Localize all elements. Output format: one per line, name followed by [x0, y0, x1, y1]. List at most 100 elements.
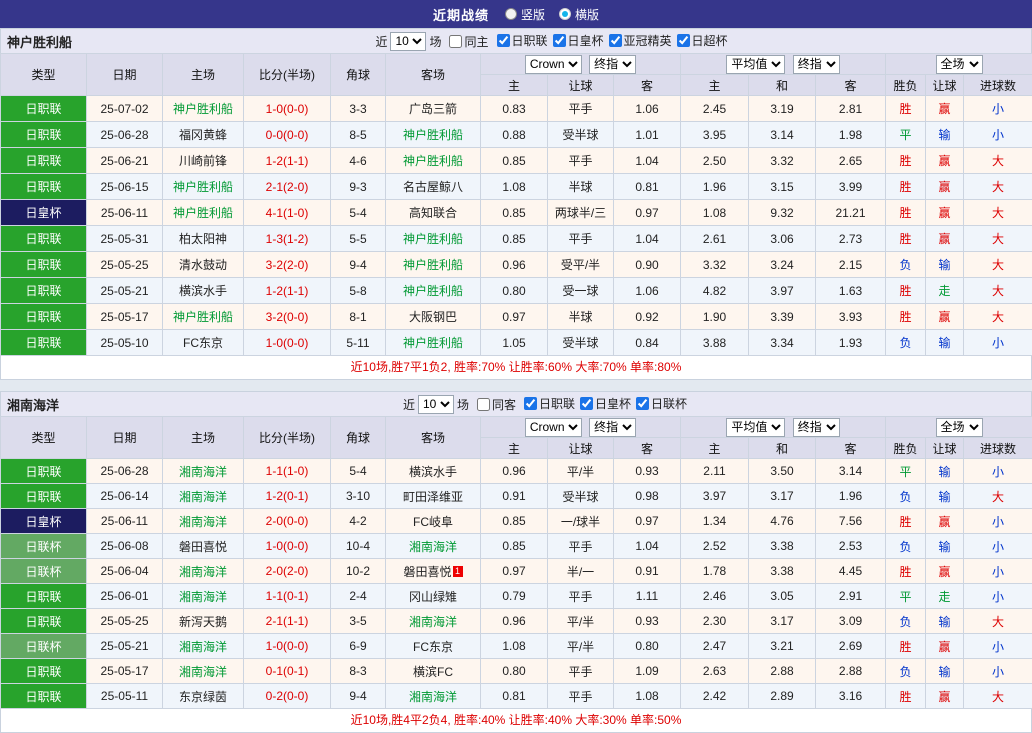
away-team[interactable]: 湘南海洋 — [386, 684, 481, 709]
away-team[interactable]: 湘南海洋 — [386, 534, 481, 559]
away-team[interactable]: 高知联合 — [386, 200, 481, 226]
home-team[interactable]: 神户胜利船 — [163, 174, 244, 200]
home-team[interactable]: 湘南海洋 — [163, 659, 244, 684]
average-stage-select[interactable]: 终指 — [793, 418, 840, 437]
score-cell[interactable]: 1-2(1-1) — [244, 278, 331, 304]
away-team[interactable]: 广岛三箭 — [386, 96, 481, 122]
handicap-result-cell: 输 — [926, 609, 964, 634]
average-select[interactable]: 平均值 — [726, 418, 785, 437]
away-team[interactable]: FC东京 — [386, 634, 481, 659]
league-checkbox-input[interactable] — [677, 34, 690, 47]
score-cell[interactable]: 1-0(0-0) — [244, 96, 331, 122]
score-cell[interactable]: 1-2(0-1) — [244, 484, 331, 509]
home-team[interactable]: 东京绿茵 — [163, 684, 244, 709]
home-team[interactable]: 湘南海洋 — [163, 634, 244, 659]
home-team[interactable]: 横滨水手 — [163, 278, 244, 304]
league-filter-checkbox[interactable]: 日职联 — [524, 395, 575, 412]
home-team[interactable]: 神户胜利船 — [163, 304, 244, 330]
corners-cell: 10-2 — [331, 559, 386, 584]
score-cell[interactable]: 0-2(0-0) — [244, 684, 331, 709]
away-team[interactable]: 湘南海洋 — [386, 609, 481, 634]
away-team[interactable]: 神户胜利船 — [386, 278, 481, 304]
away-team[interactable]: 横滨FC — [386, 659, 481, 684]
home-team[interactable]: 湘南海洋 — [163, 484, 244, 509]
league-checkbox-input[interactable] — [553, 34, 566, 47]
league-filter-checkbox[interactable]: 日皇杯 — [580, 395, 631, 412]
league-filter-checkbox[interactable]: 日皇杯 — [553, 32, 604, 49]
scope-select[interactable]: 全场 — [936, 418, 983, 437]
league-filter-checkbox[interactable]: 日联杯 — [636, 395, 687, 412]
home-team[interactable]: 湘南海洋 — [163, 584, 244, 609]
score-cell[interactable]: 1-0(0-0) — [244, 534, 331, 559]
league-filter-checkbox[interactable]: 亚冠精英 — [609, 32, 672, 49]
type-cell: 日联杯 — [1, 534, 87, 559]
league-filter-checkbox[interactable]: 日超杯 — [677, 32, 728, 49]
away-team[interactable]: 磐田喜悦1 — [386, 559, 481, 584]
away-team[interactable]: 神户胜利船 — [386, 148, 481, 174]
layout-radio-horizontal[interactable]: 横版 — [559, 6, 599, 23]
home-team[interactable]: 川崎前锋 — [163, 148, 244, 174]
score-cell[interactable]: 3-2(2-0) — [244, 252, 331, 278]
home-team[interactable]: 神户胜利船 — [163, 96, 244, 122]
away-team[interactable]: 神户胜利船 — [386, 122, 481, 148]
score-cell[interactable]: 0-0(0-0) — [244, 122, 331, 148]
away-team[interactable]: 冈山绿雉 — [386, 584, 481, 609]
home-team[interactable]: 磐田喜悦 — [163, 534, 244, 559]
score-cell[interactable]: 2-0(2-0) — [244, 559, 331, 584]
league-checkbox-input[interactable] — [580, 397, 593, 410]
score-cell[interactable]: 1-2(1-1) — [244, 148, 331, 174]
away-team[interactable]: 町田泽维亚 — [386, 484, 481, 509]
odds-away: 0.97 — [614, 509, 681, 534]
score-cell[interactable]: 0-1(0-1) — [244, 659, 331, 684]
away-team[interactable]: 名古屋鲸八 — [386, 174, 481, 200]
home-team[interactable]: 湘南海洋 — [163, 459, 244, 484]
bookmaker-select[interactable]: Crown — [525, 55, 582, 74]
league-checkbox-input[interactable] — [609, 34, 622, 47]
away-team[interactable]: 神户胜利船 — [386, 252, 481, 278]
odds-away: 1.01 — [614, 122, 681, 148]
home-team[interactable]: 福冈黄蜂 — [163, 122, 244, 148]
match-count-select[interactable]: 10 — [418, 395, 454, 414]
home-team[interactable]: 新泻天鹅 — [163, 609, 244, 634]
same-venue-checkbox[interactable]: 同主 — [449, 33, 488, 50]
away-team[interactable]: 神户胜利船 — [386, 226, 481, 252]
score-cell[interactable]: 1-0(0-0) — [244, 634, 331, 659]
away-team[interactable]: 大阪钢巴 — [386, 304, 481, 330]
bookmaker-select[interactable]: Crown — [525, 418, 582, 437]
home-team[interactable]: 清水鼓动 — [163, 252, 244, 278]
odds-stage-select[interactable]: 终指 — [589, 55, 636, 74]
league-checkbox-input[interactable] — [497, 34, 510, 47]
same-venue-checkbox-input[interactable] — [477, 398, 490, 411]
same-venue-checkbox[interactable]: 同客 — [477, 396, 516, 413]
away-team[interactable]: 神户胜利船 — [386, 330, 481, 356]
league-filter-checkbox[interactable]: 日职联 — [497, 32, 548, 49]
home-team[interactable]: 湘南海洋 — [163, 509, 244, 534]
score-cell[interactable]: 1-1(1-0) — [244, 459, 331, 484]
layout-radio-vertical[interactable]: 竖版 — [505, 6, 545, 23]
score-cell[interactable]: 2-1(2-0) — [244, 174, 331, 200]
average-stage-select[interactable]: 终指 — [793, 55, 840, 74]
away-team[interactable]: FC岐阜 — [386, 509, 481, 534]
score-cell[interactable]: 4-1(1-0) — [244, 200, 331, 226]
same-venue-checkbox-input[interactable] — [449, 35, 462, 48]
score-cell[interactable]: 1-3(1-2) — [244, 226, 331, 252]
average-select[interactable]: 平均值 — [726, 55, 785, 74]
league-filters: 日职联日皇杯日联杯 — [519, 395, 687, 413]
away-team[interactable]: 横滨水手 — [386, 459, 481, 484]
score-cell[interactable]: 1-1(0-1) — [244, 584, 331, 609]
home-team[interactable]: 神户胜利船 — [163, 200, 244, 226]
league-checkbox-input[interactable] — [636, 397, 649, 410]
avg-away: 3.99 — [816, 174, 886, 200]
score-cell[interactable]: 1-0(0-0) — [244, 330, 331, 356]
avg-home: 1.08 — [681, 200, 749, 226]
odds-stage-select[interactable]: 终指 — [589, 418, 636, 437]
scope-select[interactable]: 全场 — [936, 55, 983, 74]
score-cell[interactable]: 2-1(1-1) — [244, 609, 331, 634]
match-count-select[interactable]: 10 — [390, 32, 426, 51]
home-team[interactable]: 柏太阳神 — [163, 226, 244, 252]
home-team[interactable]: 湘南海洋 — [163, 559, 244, 584]
league-checkbox-input[interactable] — [524, 397, 537, 410]
home-team[interactable]: FC东京 — [163, 330, 244, 356]
score-cell[interactable]: 3-2(0-0) — [244, 304, 331, 330]
score-cell[interactable]: 2-0(0-0) — [244, 509, 331, 534]
